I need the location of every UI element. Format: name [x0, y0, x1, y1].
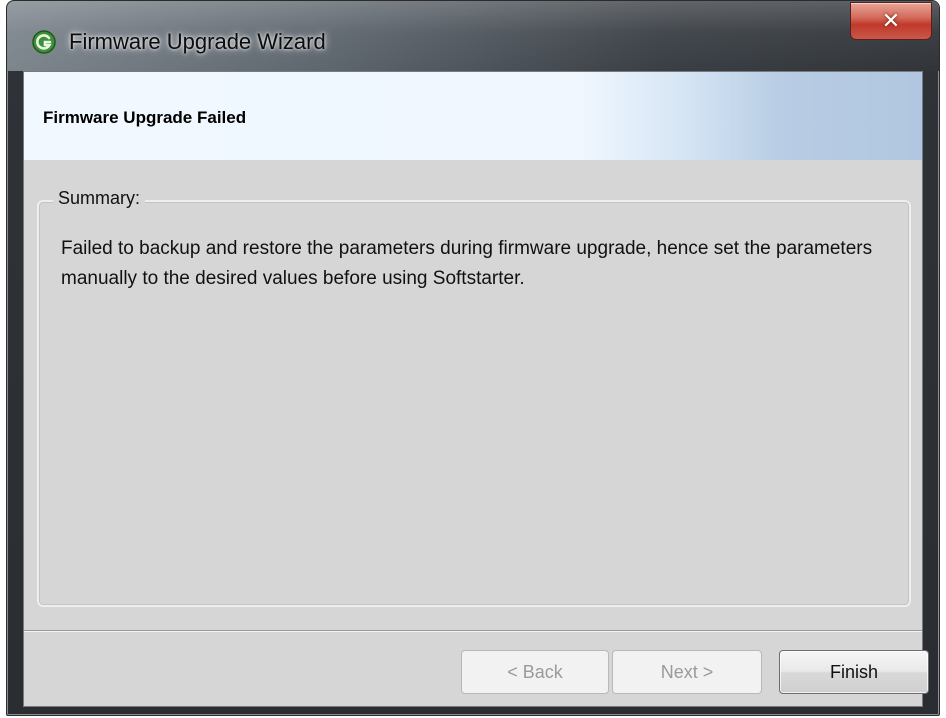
- wizard-header: Firmware Upgrade Failed: [24, 72, 922, 160]
- page-title: Firmware Upgrade Failed: [43, 108, 247, 127]
- window-title: Firmware Upgrade Wizard: [69, 29, 326, 54]
- button-bar-divider: [24, 630, 922, 632]
- close-icon: ✕: [881, 8, 901, 34]
- summary-label: Summary:: [53, 188, 146, 209]
- next-button[interactable]: Next >: [612, 650, 762, 694]
- app-icon: [32, 30, 56, 54]
- wizard-window: Firmware Upgrade Wizard ✕ Firmware Upgra…: [6, 0, 940, 716]
- summary-group-box: Summary: Failed to backup and restore th…: [37, 188, 911, 607]
- title-bar[interactable]: Firmware Upgrade Wizard ✕: [7, 1, 939, 71]
- dialog-client-area: Firmware Upgrade Failed Summary: Failed …: [23, 71, 929, 707]
- summary-message: Failed to backup and restore the paramet…: [61, 238, 873, 289]
- close-button[interactable]: ✕: [850, 2, 932, 40]
- finish-button[interactable]: Finish: [779, 650, 929, 694]
- back-button[interactable]: < Back: [461, 650, 609, 694]
